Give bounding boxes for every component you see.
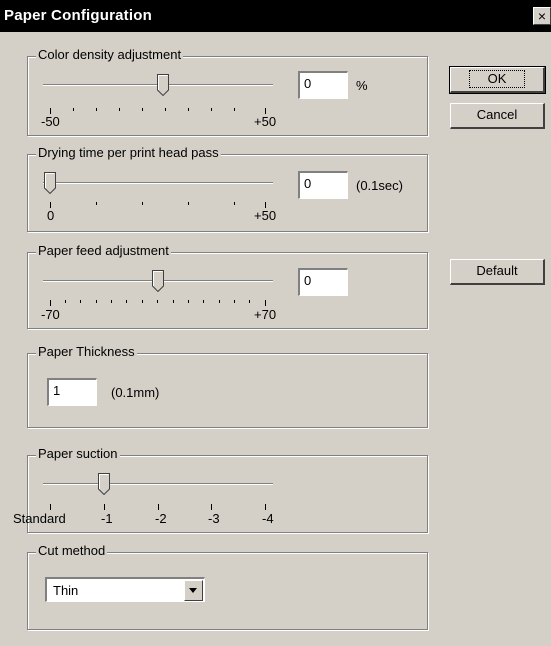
- paper-feed-thumb[interactable]: [152, 270, 164, 293]
- paper-configuration-dialog: Paper Configuration × Color density adju…: [0, 0, 551, 646]
- ok-button-label: OK: [468, 70, 526, 88]
- dropdown-arrow-button[interactable]: [184, 580, 203, 601]
- tick: [50, 300, 51, 306]
- tick: [265, 504, 266, 510]
- drying-time-input[interactable]: 0: [298, 171, 348, 199]
- paper-thickness-input[interactable]: 1: [47, 378, 97, 406]
- tick: [165, 108, 166, 111]
- drying-time-unit: (0.1sec): [356, 178, 403, 193]
- tick: [96, 202, 97, 205]
- tick: [188, 108, 189, 111]
- suction-tick-label: -3: [208, 511, 220, 526]
- tick: [188, 300, 189, 303]
- drying-time-label: Drying time per print head pass: [36, 145, 221, 160]
- tick: [234, 300, 235, 303]
- tick: [188, 202, 189, 205]
- close-button[interactable]: ×: [533, 7, 551, 25]
- default-button[interactable]: Default: [450, 259, 545, 285]
- tick: [249, 300, 250, 303]
- tick: [142, 202, 143, 205]
- tick: [203, 300, 204, 303]
- tick: [173, 300, 174, 303]
- paper-feed-slider[interactable]: [43, 267, 273, 297]
- color-density-thumb[interactable]: [157, 74, 169, 97]
- slider-thumb-icon: [157, 74, 169, 97]
- tick: [211, 108, 212, 111]
- tick: [157, 300, 158, 303]
- drying-time-track: [43, 182, 273, 184]
- drying-time-max: +50: [254, 208, 277, 223]
- color-density-input[interactable]: 0: [298, 71, 348, 99]
- paper-thickness-unit: (0.1mm): [111, 385, 160, 400]
- color-density-group: Color density adjustment -50 +50 0 %: [27, 47, 428, 136]
- tick: [142, 108, 143, 111]
- tick: [219, 300, 220, 303]
- paper-feed-max: +70: [254, 307, 277, 322]
- color-density-unit: %: [356, 78, 368, 93]
- tick: [126, 300, 127, 303]
- slider-thumb-icon: [44, 172, 56, 195]
- tick: [119, 108, 120, 111]
- paper-feed-min: -70: [41, 307, 60, 322]
- drying-time-slider[interactable]: [43, 169, 273, 199]
- color-density-min: -50: [41, 114, 60, 129]
- tick: [142, 300, 143, 303]
- tick: [96, 300, 97, 303]
- cancel-button[interactable]: Cancel: [450, 103, 545, 129]
- color-density-slider[interactable]: [43, 71, 273, 101]
- color-density-max: +50: [254, 114, 277, 129]
- close-icon: ×: [537, 8, 547, 24]
- suction-tick-label: -4: [262, 511, 274, 526]
- paper-feed-group: Paper feed adjustment -70 +70 0: [27, 243, 428, 329]
- cut-method-label: Cut method: [36, 543, 108, 558]
- paper-suction-thumb[interactable]: [98, 473, 110, 496]
- window-title: Paper Configuration: [4, 7, 152, 24]
- tick: [65, 300, 66, 303]
- tick: [158, 504, 159, 510]
- paper-suction-group: Paper suction Standard -1 -2 -3 -4: [13, 446, 428, 533]
- paper-suction-slider[interactable]: [43, 470, 273, 500]
- title-bar: Paper Configuration ×: [0, 0, 551, 32]
- suction-tick-label: Standard: [13, 511, 66, 526]
- paper-feed-input[interactable]: 0: [298, 268, 348, 296]
- paper-suction-track: [43, 483, 273, 485]
- drying-time-min: 0: [47, 208, 55, 223]
- paper-feed-label: Paper feed adjustment: [36, 243, 171, 258]
- tick: [265, 300, 266, 306]
- tick: [96, 108, 97, 111]
- drying-time-thumb[interactable]: [44, 172, 56, 195]
- tick: [73, 108, 74, 111]
- drying-time-group: Drying time per print head pass 0 +50 0 …: [27, 145, 428, 232]
- color-density-label: Color density adjustment: [36, 47, 184, 62]
- tick: [234, 202, 235, 205]
- cut-method-dropdown[interactable]: Thin: [45, 577, 205, 602]
- suction-tick-label: -1: [101, 511, 113, 526]
- ok-button[interactable]: OK: [449, 66, 546, 94]
- tick: [211, 504, 212, 510]
- cut-method-value: Thin: [53, 583, 79, 598]
- tick: [234, 108, 235, 111]
- paper-thickness-group: Paper Thickness 1 (0.1mm): [27, 344, 428, 428]
- slider-thumb-icon: [152, 270, 164, 293]
- tick: [80, 300, 81, 303]
- tick: [50, 504, 51, 510]
- chevron-down-icon: [189, 588, 197, 593]
- slider-thumb-icon: [98, 473, 110, 496]
- paper-thickness-label: Paper Thickness: [36, 344, 137, 359]
- cut-method-group: Cut method Thin: [27, 543, 428, 630]
- suction-tick-label: -2: [155, 511, 167, 526]
- tick: [104, 504, 105, 510]
- paper-suction-label: Paper suction: [36, 446, 120, 461]
- tick: [111, 300, 112, 303]
